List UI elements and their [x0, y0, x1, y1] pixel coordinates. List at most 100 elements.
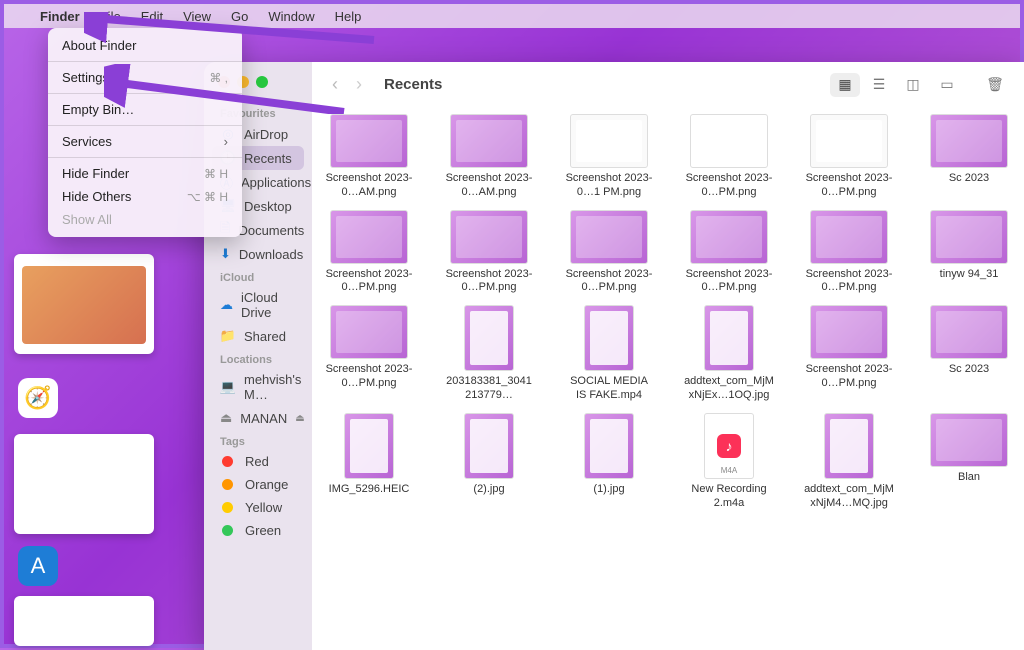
dock-safari-icon[interactable]: 🧭: [18, 378, 58, 418]
sidebar-item-computer[interactable]: 💻mehvish's M…: [212, 368, 304, 406]
file-item[interactable]: Sc 2023: [924, 114, 1014, 200]
file-item[interactable]: Screenshot 2023-0…AM.png: [324, 114, 414, 200]
sidebar-item-disk[interactable]: ⏏MANAN⏏: [212, 406, 304, 430]
sidebar-tag-yellow[interactable]: Yellow: [212, 496, 304, 519]
file-item[interactable]: Screenshot 2023-0…PM.png: [804, 210, 894, 296]
menu-show-all: Show All: [48, 208, 242, 231]
file-name: IMG_5296.HEIC: [324, 483, 414, 497]
separator: [48, 61, 242, 62]
file-item[interactable]: (1).jpg: [564, 413, 654, 511]
desktop-window-content: [22, 266, 146, 344]
menubar: Finder File Edit View Go Window Help: [4, 4, 1020, 28]
menu-go[interactable]: Go: [221, 9, 258, 24]
zoom-button[interactable]: [256, 76, 268, 88]
file-thumbnail: [690, 210, 768, 264]
file-item[interactable]: Screenshot 2023-0…PM.png: [804, 114, 894, 200]
file-item[interactable]: New Recording 2.m4a: [684, 413, 774, 511]
file-thumbnail: [930, 305, 1008, 359]
menu-window[interactable]: Window: [258, 9, 324, 24]
file-name: Screenshot 2023-0…AM.png: [324, 172, 414, 200]
file-item[interactable]: Screenshot 2023-0…PM.png: [684, 210, 774, 296]
list-view-button[interactable]: ☰: [864, 73, 894, 97]
column-view-button[interactable]: ◫: [898, 73, 928, 97]
file-name: 203183381_3041213779…7_n.mp4: [444, 375, 534, 403]
chevron-right-icon: ›: [224, 134, 228, 149]
menu-view[interactable]: View: [173, 9, 221, 24]
file-thumbnail: [930, 114, 1008, 168]
file-item[interactable]: tinyw 94_31: [924, 210, 1014, 296]
file-thumbnail: [584, 413, 634, 479]
file-item[interactable]: Screenshot 2023-0…PM.png: [564, 210, 654, 296]
icon-view-button[interactable]: ▦: [830, 73, 860, 97]
forward-button[interactable]: ›: [352, 74, 366, 95]
window-title: Recents: [384, 76, 442, 93]
file-item[interactable]: Screenshot 2023-0…1 PM.png: [564, 114, 654, 200]
menu-edit[interactable]: Edit: [131, 9, 173, 24]
file-thumbnail: [464, 305, 514, 371]
desktop-window-thumb: [14, 596, 154, 646]
sidebar-tag-orange[interactable]: Orange: [212, 473, 304, 496]
file-thumbnail: [450, 114, 528, 168]
eject-icon[interactable]: ⏏: [295, 413, 304, 424]
file-item[interactable]: 203183381_3041213779…7_n.mp4: [444, 305, 534, 403]
desktop-window-thumb: [14, 434, 154, 534]
file-thumbnail: [330, 114, 408, 168]
dock-appstore-icon[interactable]: A: [18, 546, 58, 586]
toolbar: ‹ › Recents ▦ ☰ ◫ ▭ 🗑: [312, 62, 1024, 108]
menu-about-finder[interactable]: About Finder: [48, 34, 242, 57]
separator: [48, 125, 242, 126]
file-item[interactable]: Screenshot 2023-0…AM.png: [444, 114, 534, 200]
sidebar-item-icloud-drive[interactable]: ☁iCloud Drive: [212, 286, 304, 324]
menu-finder[interactable]: Finder: [30, 9, 90, 24]
file-name: (2).jpg: [444, 483, 534, 497]
file-thumbnail: [570, 210, 648, 264]
file-thumbnail: [810, 114, 888, 168]
file-thumbnail: [570, 114, 648, 168]
file-thumbnail: [344, 413, 394, 479]
file-item[interactable]: addtext_com_MjMxNjEx…1OQ.jpg: [684, 305, 774, 403]
sidebar-head-icloud: iCloud: [212, 266, 304, 286]
file-item[interactable]: (2).jpg: [444, 413, 534, 511]
menu-file[interactable]: File: [90, 9, 131, 24]
tag-dot-icon: [222, 479, 233, 490]
back-button[interactable]: ‹: [328, 74, 342, 95]
menu-empty-bin[interactable]: Empty Bin…: [48, 98, 242, 121]
file-item[interactable]: addtext_com_MjMxNjM4…MQ.jpg: [804, 413, 894, 511]
file-thumbnail: [464, 413, 514, 479]
file-name: Screenshot 2023-0…PM.png: [684, 172, 774, 200]
cloud-icon: ☁: [220, 297, 233, 313]
sidebar-head-tags: Tags: [212, 430, 304, 450]
gallery-view-button[interactable]: ▭: [932, 73, 962, 97]
file-name: Blan: [924, 471, 1014, 485]
file-thumbnail: [690, 114, 768, 168]
file-name: Screenshot 2023-0…PM.png: [324, 268, 414, 296]
tag-dot-icon: [222, 456, 233, 467]
menu-services[interactable]: Services›: [48, 130, 242, 153]
sidebar-tag-red[interactable]: Red: [212, 450, 304, 473]
file-grid: Screenshot 2023-0…AM.png Screenshot 2023-…: [312, 108, 1024, 650]
file-item[interactable]: SOCIAL MEDIA IS FAKE.mp4: [564, 305, 654, 403]
file-thumbnail: [330, 305, 408, 359]
menu-hide-finder[interactable]: Hide Finder⌘ H: [48, 162, 242, 185]
tag-dot-icon: [222, 525, 233, 536]
menu-hide-others[interactable]: Hide Others⌥ ⌘ H: [48, 185, 242, 208]
sidebar-tag-green[interactable]: Green: [212, 519, 304, 542]
file-name: Sc 2023: [924, 172, 1014, 186]
file-item[interactable]: Blan: [924, 413, 1014, 511]
trash-icon[interactable]: 🗑: [980, 73, 1010, 97]
menu-help[interactable]: Help: [325, 9, 372, 24]
sidebar-item-downloads[interactable]: ⬇Downloads: [212, 242, 304, 266]
file-item[interactable]: Sc 2023: [924, 305, 1014, 403]
file-item[interactable]: IMG_5296.HEIC: [324, 413, 414, 511]
menu-settings[interactable]: Settings…⌘ ,: [48, 66, 242, 89]
file-item[interactable]: Screenshot 2023-0…PM.png: [324, 305, 414, 403]
file-item[interactable]: Screenshot 2023-0…PM.png: [444, 210, 534, 296]
file-item[interactable]: Screenshot 2023-0…PM.png: [804, 305, 894, 403]
sidebar-item-shared[interactable]: 📁Shared: [212, 324, 304, 348]
file-item[interactable]: Screenshot 2023-0…PM.png: [324, 210, 414, 296]
file-name: Screenshot 2023-0…PM.png: [684, 268, 774, 296]
file-name: New Recording 2.m4a: [684, 483, 774, 511]
separator: [48, 157, 242, 158]
file-name: Screenshot 2023-0…1 PM.png: [564, 172, 654, 200]
file-item[interactable]: Screenshot 2023-0…PM.png: [684, 114, 774, 200]
